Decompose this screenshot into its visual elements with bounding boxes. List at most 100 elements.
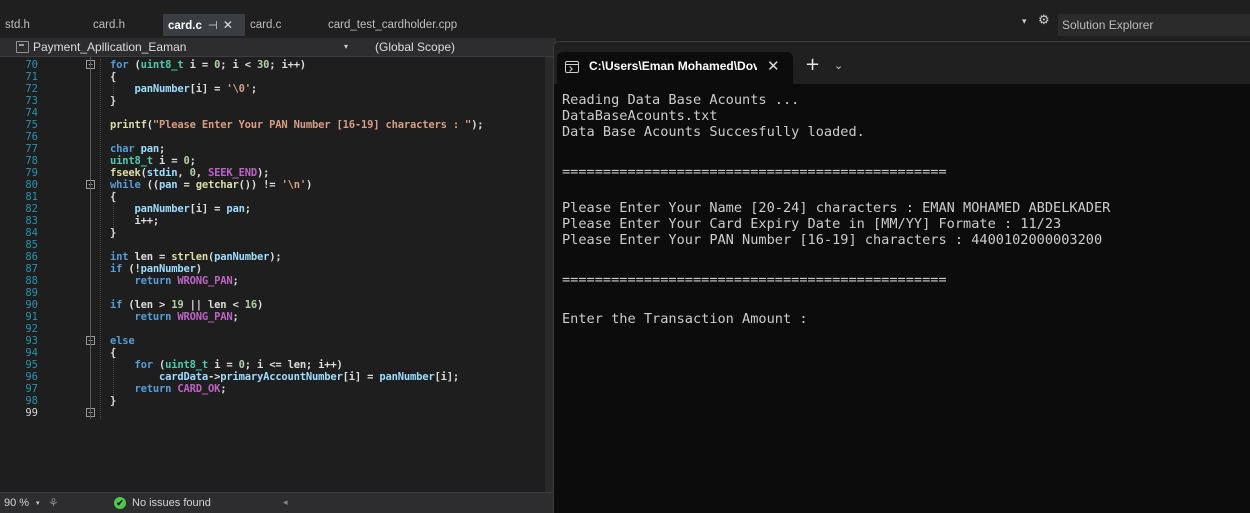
code-line[interactable]: i++;: [110, 215, 159, 227]
code-token: ): [195, 263, 202, 275]
tab-label: std.h: [5, 19, 30, 31]
line-number: 90: [25, 299, 38, 311]
code-line[interactable]: {: [110, 347, 116, 359]
chevron-down-icon[interactable]: ⌄: [834, 59, 843, 72]
code-token: i =: [183, 59, 215, 71]
code-line[interactable]: while ((pan = getchar()) != '\n'): [110, 179, 312, 191]
terminal-icon: [565, 61, 579, 73]
code-line[interactable]: }: [110, 227, 116, 239]
line-number: 80: [25, 179, 38, 191]
code-line[interactable]: int len = strlen(panNumber);: [110, 251, 282, 263]
close-icon[interactable]: ✕: [767, 57, 780, 75]
line-number-gutter: 70 71 72 73 74 75 76 77 78 79 80 81 82 83 84 85 86 87 88 89…: [0, 57, 50, 492]
solution-explorer-title[interactable]: Solution Explorer: [1058, 14, 1250, 36]
code-line[interactable]: {: [110, 191, 116, 203]
code-token: panNumber: [134, 83, 190, 95]
scroll-left-icon[interactable]: ◂: [283, 497, 288, 508]
scope-selector[interactable]: (Global Scope): [375, 40, 455, 54]
code-token: {: [110, 71, 117, 83]
code-token: fseek: [110, 167, 141, 179]
line-number: 94: [25, 347, 38, 359]
close-tab-icon[interactable]: ✕: [223, 18, 233, 32]
code-line[interactable]: }: [110, 395, 116, 407]
code-line[interactable]: return CARD_OK;: [110, 383, 227, 395]
code-line[interactable]: uint8_t i = 0;: [110, 155, 196, 167]
code-token: ,: [195, 167, 208, 179]
project-selector[interactable]: Payment_Apllication_Eaman: [33, 40, 186, 54]
chevron-down-icon[interactable]: ▾: [344, 42, 348, 51]
code-token: (: [128, 59, 141, 71]
code-line[interactable]: if (!panNumber): [110, 263, 202, 275]
code-line[interactable]: else: [110, 335, 135, 347]
terminal-line: Data Base Acounts Succesfully loaded.: [562, 124, 865, 140]
code-token: pan: [158, 179, 178, 191]
code-token: '\0': [226, 83, 251, 95]
issues-status[interactable]: No issues found: [132, 497, 211, 509]
code-line[interactable]: panNumber[i] = pan;: [110, 203, 252, 215]
code-line[interactable]: for (uint8_t i = 0; i < 30; i++): [110, 59, 306, 71]
tab-label: card.c: [168, 20, 202, 32]
code-token: for: [134, 359, 154, 371]
code-line[interactable]: {: [110, 71, 116, 83]
line-number: 98: [25, 395, 38, 407]
zoom-dropdown-icon[interactable]: ▾: [36, 499, 40, 507]
code-token: ;: [250, 83, 257, 95]
code-line[interactable]: for (uint8_t i = 0; i <= len; i++): [110, 359, 343, 371]
line-number: 89: [25, 287, 38, 299]
code-line[interactable]: fseek(stdin, 0, SEEK_END);: [110, 167, 269, 179]
tab-card-c[interactable]: card.c: [245, 14, 323, 36]
gear-icon[interactable]: ⚙: [1038, 13, 1050, 28]
tab-label: card_test_cardholder.cpp: [328, 19, 458, 31]
check-circle-icon: ✔: [114, 497, 126, 509]
code-token: {: [110, 347, 117, 359]
code-token: primaryAccountNumber: [220, 371, 343, 383]
code-line[interactable]: return WRONG_PAN;: [110, 275, 239, 287]
code-token: pan: [140, 143, 160, 155]
code-token: ()) !=: [238, 179, 282, 191]
tab-card-test-cardholder[interactable]: card_test_cardholder.cpp: [323, 14, 503, 36]
code-line[interactable]: return WRONG_PAN;: [110, 311, 239, 323]
tab-std-h[interactable]: std.h: [0, 14, 82, 36]
terminal-tab[interactable]: C:\Users\Eman Mohamed\Dov ✕: [557, 52, 793, 84]
code-line[interactable]: printf("Please Enter Your PAN Number [16…: [110, 119, 484, 131]
code-cleanup-icon[interactable]: ⚘: [48, 496, 59, 510]
code-token: (len >: [122, 299, 172, 311]
code-token: i++;: [110, 215, 159, 227]
line-number: 88: [25, 275, 38, 287]
code-token: i =: [207, 359, 239, 371]
code-editor[interactable]: 70 71 72 73 74 75 76 77 78 79 80 81 82 83 84 85 86 87 88 89…: [0, 57, 556, 492]
code-token: (!: [122, 263, 141, 275]
outline-line: [90, 57, 91, 419]
line-number: 84: [25, 227, 38, 239]
line-number: 99: [25, 407, 38, 419]
code-token: 30: [256, 59, 270, 71]
code-line[interactable]: panNumber[i] = '\0';: [110, 83, 258, 95]
new-tab-icon[interactable]: +: [805, 56, 820, 74]
tab-card-h[interactable]: card.h: [88, 14, 163, 36]
code-token: return: [134, 383, 172, 395]
code-line[interactable]: if (len > 19 || len < 16): [110, 299, 263, 311]
code-line[interactable]: char pan;: [110, 143, 165, 155]
code-token: =: [177, 179, 196, 191]
document-tab-bar: std.h card.h card.c ⊣ ✕ card.c card_test_c…: [0, 0, 1250, 38]
code-token: int: [110, 251, 129, 263]
pin-icon[interactable]: ⊣: [208, 20, 218, 32]
tab-list-dropdown-icon[interactable]: ▾: [1022, 17, 1027, 27]
code-line[interactable]: cardData->primaryAccountNumber[i] = panN…: [110, 371, 459, 383]
line-number: 78: [25, 155, 38, 167]
line-number: 97: [25, 383, 38, 395]
tab-label: card.c: [250, 19, 282, 31]
line-number: 95: [25, 359, 38, 371]
code-token: ): [256, 299, 264, 311]
code-token: [i] =: [189, 83, 227, 95]
tab-card-c-active[interactable]: card.c ⊣ ✕: [163, 14, 245, 36]
terminal-line: DataBaseAcounts.txt: [562, 108, 718, 124]
line-number: 79: [25, 167, 38, 179]
zoom-level[interactable]: 90 %: [4, 497, 29, 509]
terminal-line: Enter the Transaction Amount :: [562, 311, 808, 327]
code-token: }: [110, 95, 117, 107]
code-line[interactable]: }: [110, 95, 116, 107]
